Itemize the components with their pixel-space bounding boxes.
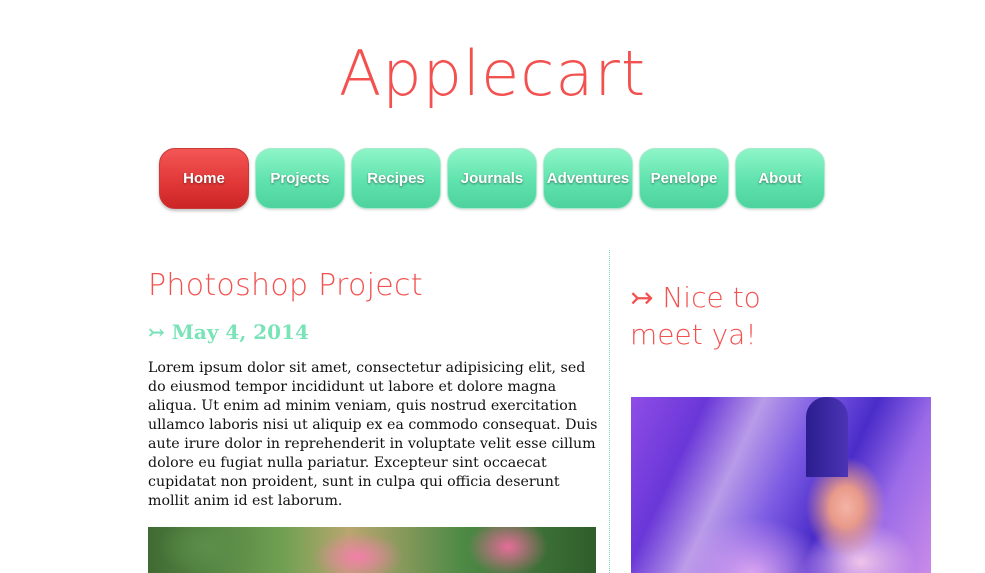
column-divider bbox=[609, 250, 610, 573]
post-title[interactable]: Photoshop Project bbox=[148, 268, 423, 303]
post-date: ↣ May 4, 2014 bbox=[148, 320, 309, 344]
nav-adventures-button[interactable]: Adventures bbox=[543, 148, 633, 209]
post-image[interactable] bbox=[148, 527, 596, 573]
sidebar-title: ↣ Nice to meet ya! bbox=[630, 281, 761, 351]
nav-penelope-button[interactable]: Penelope bbox=[639, 148, 729, 209]
site-title[interactable]: Applecart bbox=[0, 34, 985, 114]
main-nav: Home Projects Recipes Journals Adventure… bbox=[159, 148, 825, 209]
nav-home-button[interactable]: Home bbox=[159, 148, 249, 209]
photo-path bbox=[671, 517, 831, 573]
profile-photo bbox=[631, 397, 931, 573]
nav-about-button[interactable]: About bbox=[735, 148, 825, 209]
nav-recipes-button[interactable]: Recipes bbox=[351, 148, 441, 209]
post-body: Lorem ipsum dolor sit amet, consectetur … bbox=[148, 360, 598, 509]
nav-journals-button[interactable]: Journals bbox=[447, 148, 537, 209]
nav-projects-button[interactable]: Projects bbox=[255, 148, 345, 209]
photo-tree-trunk bbox=[806, 397, 848, 477]
